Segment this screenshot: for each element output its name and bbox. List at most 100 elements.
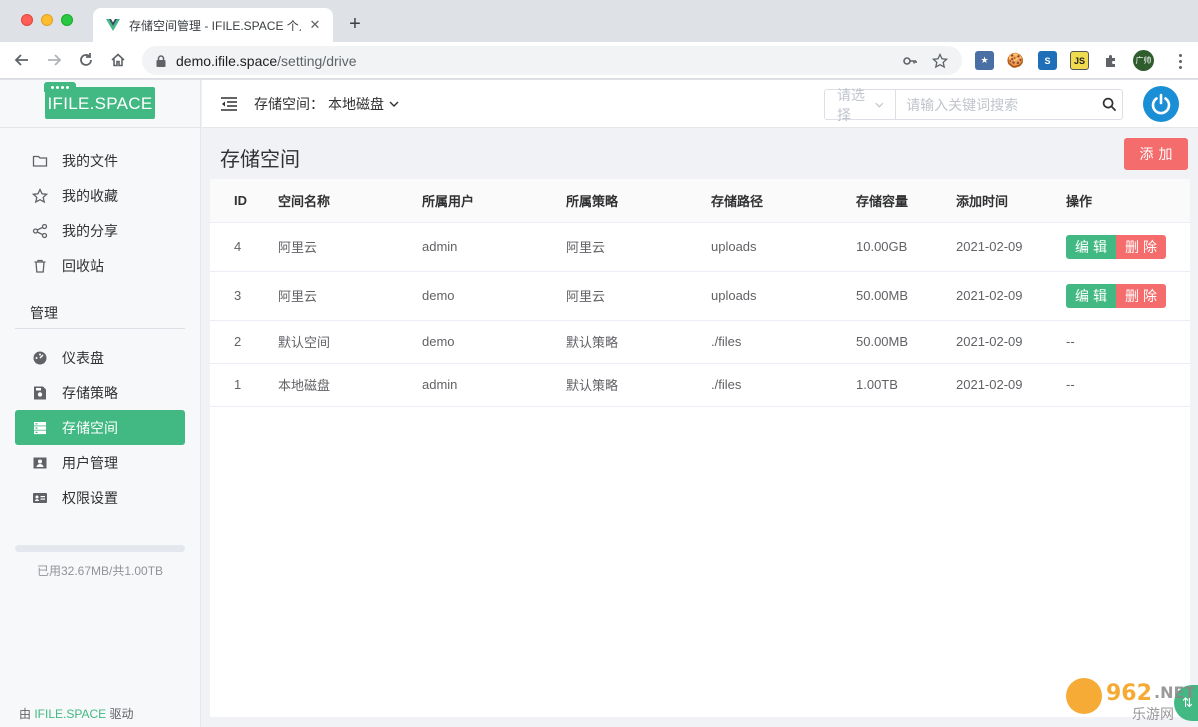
extensions-puzzle-icon[interactable] xyxy=(1101,51,1120,70)
chevron-down-icon xyxy=(875,102,884,108)
cell-path: uploads xyxy=(711,271,856,321)
sidebar-item-my-files[interactable]: 我的文件 xyxy=(15,143,185,178)
col-policy: 所属策略 xyxy=(566,179,711,223)
browser-menu-icon[interactable] xyxy=(1170,51,1190,71)
back-arrow-icon[interactable] xyxy=(11,49,33,71)
extension-s-icon[interactable]: S xyxy=(1038,51,1057,70)
cell-policy: 默认策略 xyxy=(566,363,711,407)
edit-button[interactable]: 编辑 xyxy=(1066,283,1116,308)
cell-actions: 编辑 删除 xyxy=(1066,271,1190,321)
cell-actions: 编辑 删除 xyxy=(1066,222,1190,272)
cell-policy: 阿里云 xyxy=(566,271,711,321)
window-zoom-button[interactable] xyxy=(61,14,73,26)
browser-tab-active[interactable]: 存储空间管理 - IFILE.SPACE 个人 ✕ xyxy=(93,8,333,42)
cell-id: 2 xyxy=(210,320,278,364)
powered-by-link[interactable]: IFILE.SPACE xyxy=(34,707,106,721)
svg-text:.NET: .NET xyxy=(1154,683,1195,702)
power-icon xyxy=(1151,93,1171,115)
cell-user: admin xyxy=(422,222,566,272)
search-group: 请选择 xyxy=(824,87,1123,123)
topbar: 存储空间： 本地磁盘 请选择 xyxy=(202,80,1198,128)
home-icon[interactable] xyxy=(107,49,129,71)
key-icon[interactable] xyxy=(900,51,920,71)
search-icon[interactable] xyxy=(1097,90,1122,119)
table-row: 2 默认空间 demo 默认策略 ./files 50.00MB 2021-02… xyxy=(210,320,1190,364)
window-close-button[interactable] xyxy=(21,14,33,26)
cell-policy: 阿里云 xyxy=(566,222,711,272)
power-logout-button[interactable] xyxy=(1143,86,1179,122)
cell-capacity: 50.00MB xyxy=(856,271,956,321)
svg-text:乐游网: 乐游网 xyxy=(1132,707,1174,723)
cell-time: 2021-02-09 xyxy=(956,363,1066,407)
table-row: 4 阿里云 admin 阿里云 uploads 10.00GB 2021-02-… xyxy=(210,222,1190,272)
reload-icon[interactable] xyxy=(75,49,97,71)
disk-icon xyxy=(32,385,48,401)
cell-name: 阿里云 xyxy=(278,222,422,272)
storage-table: ID 空间名称 所属用户 所属策略 存储路径 存储容量 添加时间 操作 4 阿里… xyxy=(210,179,1190,407)
table-header-row: ID 空间名称 所属用户 所属策略 存储路径 存储容量 添加时间 操作 xyxy=(210,179,1190,223)
manage-section-title: 管理 xyxy=(15,303,185,329)
new-tab-button[interactable]: + xyxy=(342,12,368,38)
address-bar[interactable]: demo.ifile.space/setting/drive xyxy=(142,46,962,75)
storage-table-panel: ID 空间名称 所属用户 所属策略 存储路径 存储容量 添加时间 操作 4 阿里… xyxy=(210,179,1190,717)
cell-name: 本地磁盘 xyxy=(278,363,422,407)
sidebar-item-storage-policy[interactable]: 存储策略 xyxy=(15,375,185,410)
delete-button[interactable]: 删除 xyxy=(1116,234,1166,259)
star-icon xyxy=(32,187,48,204)
cell-user: demo xyxy=(422,271,566,321)
cell-name: 默认空间 xyxy=(278,320,422,364)
cell-id: 3 xyxy=(210,271,278,321)
share-icon xyxy=(32,223,48,239)
server-icon xyxy=(32,420,48,436)
main-menu: 我的文件 我的收藏 我的分享 回收站 xyxy=(0,143,200,283)
sidebar-item-shares[interactable]: 我的分享 xyxy=(15,213,185,248)
dashboard-icon xyxy=(32,350,48,366)
tab-close-icon[interactable]: ✕ xyxy=(307,17,323,33)
sidebar-item-recycle-bin[interactable]: 回收站 xyxy=(15,248,185,283)
cell-path: ./files xyxy=(711,320,856,364)
url-text: demo.ifile.space/setting/drive xyxy=(176,52,357,69)
chevron-down-icon xyxy=(389,101,399,107)
cell-time: 2021-02-09 xyxy=(956,222,1066,272)
logo[interactable]: IFILE.SPACE xyxy=(44,82,155,119)
sidebar-item-favorites[interactable]: 我的收藏 xyxy=(15,178,185,213)
manage-menu: 仪表盘 存储策略 存储空间 用户管理 权限设置 xyxy=(0,340,200,515)
table-row: 3 阿里云 demo 阿里云 uploads 50.00MB 2021-02-0… xyxy=(210,271,1190,321)
cell-time: 2021-02-09 xyxy=(956,320,1066,364)
storage-usage: 已用32.67MB/共1.00TB xyxy=(15,545,185,579)
sidebar-item-permissions[interactable]: 权限设置 xyxy=(15,480,185,515)
window-minimize-button[interactable] xyxy=(41,14,53,26)
extension-cookie-icon[interactable]: 🍪 xyxy=(1006,51,1025,70)
profile-avatar[interactable]: 广帅 xyxy=(1133,50,1154,71)
extension-js-icon[interactable]: JS xyxy=(1070,51,1089,70)
cell-user: demo xyxy=(422,320,566,364)
add-button[interactable]: 添加 xyxy=(1124,138,1188,170)
search-type-select[interactable]: 请选择 xyxy=(825,87,897,123)
sidebar-item-dashboard[interactable]: 仪表盘 xyxy=(15,340,185,375)
col-user: 所属用户 xyxy=(422,179,566,223)
extension-star-icon[interactable]: ★ xyxy=(975,51,994,70)
page-title: 存储空间 xyxy=(220,149,300,171)
cell-user: admin xyxy=(422,363,566,407)
edit-button[interactable]: 编辑 xyxy=(1066,234,1116,259)
lock-icon xyxy=(156,54,166,67)
cell-time: 2021-02-09 xyxy=(956,271,1066,321)
col-path: 存储路径 xyxy=(711,179,856,223)
cell-path: ./files xyxy=(711,363,856,407)
table-row: 1 本地磁盘 admin 默认策略 ./files 1.00TB 2021-02… xyxy=(210,363,1190,407)
user-card-icon xyxy=(32,455,48,471)
cell-id: 1 xyxy=(210,363,278,407)
forward-arrow-icon[interactable] xyxy=(43,49,65,71)
browser-tabbar: 存储空间管理 - IFILE.SPACE 个人 ✕ + xyxy=(0,0,1198,42)
main-content: 存储空间 添加 ID 空间名称 所属用户 所属策略 存储路径 存储容量 添加时间… xyxy=(202,128,1198,727)
delete-button[interactable]: 删除 xyxy=(1116,283,1166,308)
search-input[interactable] xyxy=(896,90,1098,119)
sidebar: IFILE.SPACE 我的文件 我的收藏 我的分享 回收站 管理 仪表盘 存储… xyxy=(0,80,201,727)
bookmark-star-icon[interactable] xyxy=(930,51,950,71)
vue-favicon-icon xyxy=(106,19,120,31)
sidebar-item-storage-space[interactable]: 存储空间 xyxy=(15,410,185,445)
collapse-menu-icon[interactable] xyxy=(220,95,238,113)
sidebar-item-user-management[interactable]: 用户管理 xyxy=(15,445,185,480)
col-capacity: 存储容量 xyxy=(856,179,956,223)
drive-selector[interactable]: 存储空间： 本地磁盘 xyxy=(254,94,401,114)
